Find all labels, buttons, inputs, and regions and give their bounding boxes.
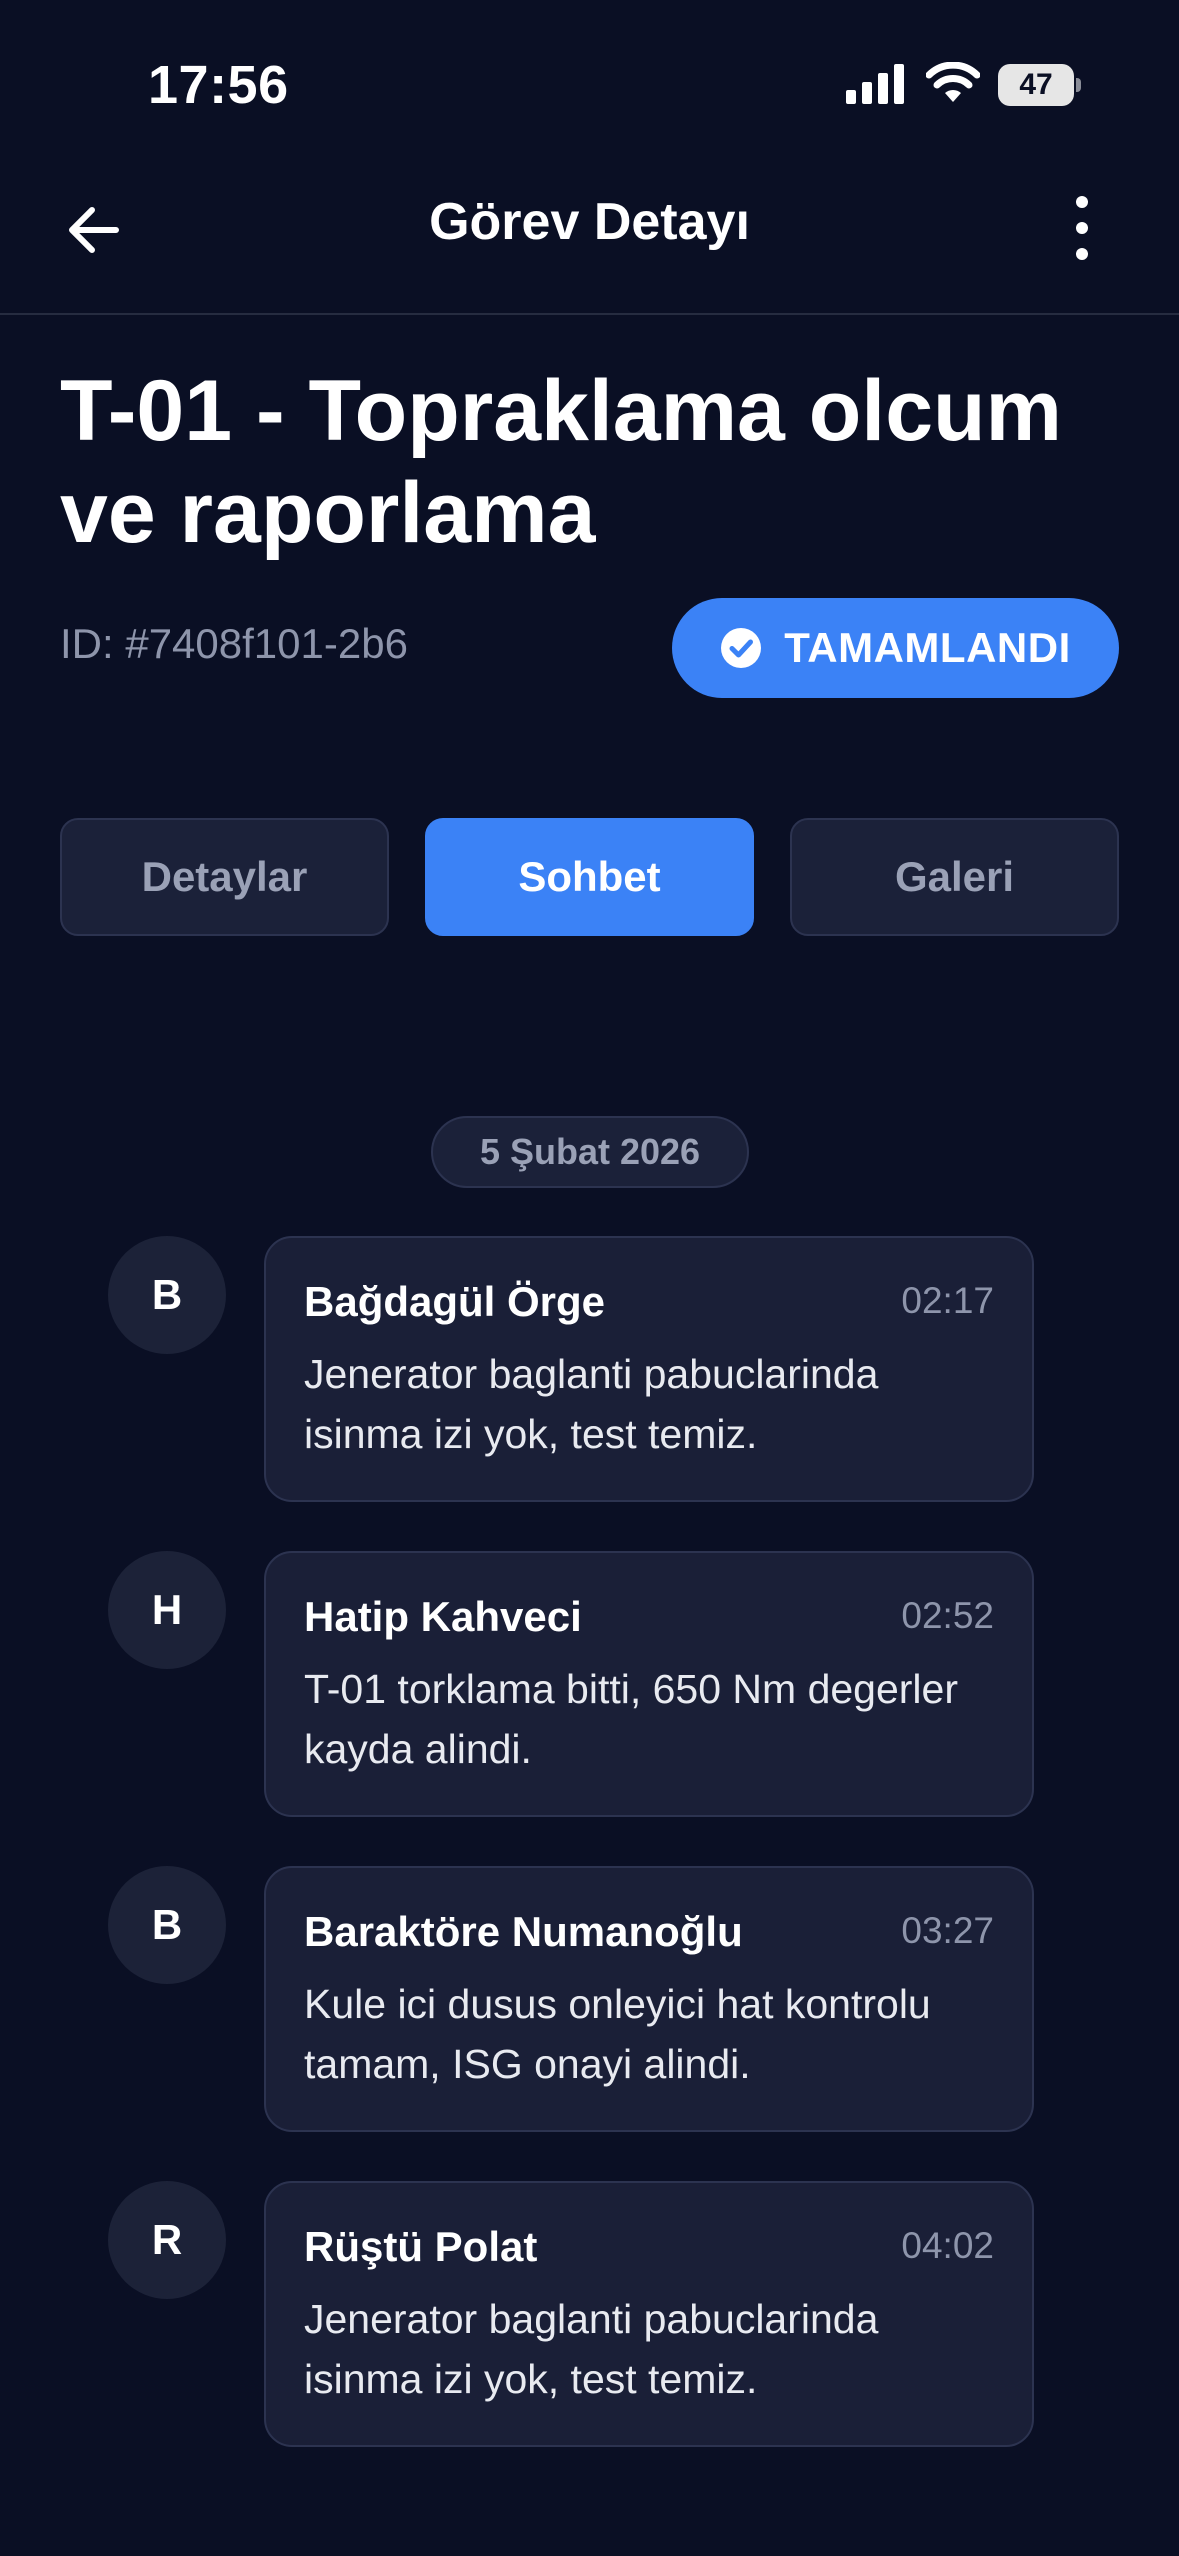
date-separator: 5 Şubat 2026 bbox=[431, 1116, 749, 1188]
message-sender: Hatip Kahveci bbox=[304, 1593, 582, 1640]
status-bar: 17:56 47 bbox=[0, 0, 1179, 170]
task-title: T-01 - Topraklama olcum ve raporlama bbox=[60, 363, 1063, 561]
message-text: T-01 torklama bitti, 650 Nm degerler kay… bbox=[304, 1666, 958, 1772]
tab-chat[interactable]: Sohbet bbox=[425, 818, 754, 936]
more-vertical-icon[interactable] bbox=[1062, 188, 1102, 268]
message-bubble: Hatip Kahveci 02:52 T-01 torklama bitti,… bbox=[264, 1551, 1034, 1817]
tab-bar: Detaylar Sohbet Galeri bbox=[60, 818, 1119, 936]
avatar: H bbox=[108, 1551, 226, 1669]
message-text: Kule ici dusus onleyici hat kontrolu tam… bbox=[304, 1981, 931, 2087]
task-detail-screen: 17:56 47 Görev Detayı T-01 - Topraklama … bbox=[0, 0, 1179, 2556]
signal-icon bbox=[846, 64, 904, 104]
page-title: Görev Detayı bbox=[429, 193, 750, 251]
message-text: Jenerator baglanti pabuclarinda isinma i… bbox=[304, 1351, 879, 1457]
status-label: TAMAMLANDI bbox=[784, 624, 1071, 671]
nav-bar: Görev Detayı bbox=[0, 170, 1179, 315]
avatar: B bbox=[108, 1236, 226, 1354]
battery-level: 47 bbox=[998, 64, 1074, 106]
message-time: 02:17 bbox=[901, 1280, 994, 1321]
message-time: 03:27 bbox=[901, 1910, 994, 1951]
chat-message: B Bağdagül Örge 02:17 Jenerator baglanti… bbox=[108, 1236, 1034, 1502]
chat-message: B Baraktöre Numanoğlu 03:27 Kule ici dus… bbox=[108, 1866, 1034, 2132]
battery-icon: 47 bbox=[998, 64, 1081, 106]
avatar: B bbox=[108, 1866, 226, 1984]
message-sender: Rüştü Polat bbox=[304, 2223, 538, 2270]
tab-details[interactable]: Detaylar bbox=[60, 818, 389, 936]
avatar: R bbox=[108, 2181, 226, 2299]
check-circle-icon bbox=[721, 628, 762, 668]
status-time: 17:56 bbox=[148, 55, 289, 115]
status-badge: TAMAMLANDI bbox=[672, 598, 1119, 698]
task-id: ID: #7408f101-2b6 bbox=[60, 620, 408, 667]
message-sender: Baraktöre Numanoğlu bbox=[304, 1908, 743, 1955]
chat-message: H Hatip Kahveci 02:52 T-01 torklama bitt… bbox=[108, 1551, 1034, 1817]
message-bubble: Rüştü Polat 04:02 Jenerator baglanti pab… bbox=[264, 2181, 1034, 2447]
message-sender: Bağdagül Örge bbox=[304, 1278, 606, 1325]
tab-gallery[interactable]: Galeri bbox=[790, 818, 1119, 936]
message-time: 02:52 bbox=[901, 1595, 994, 1636]
message-bubble: Bağdagül Örge 02:17 Jenerator baglanti p… bbox=[264, 1236, 1034, 1502]
message-time: 04:02 bbox=[901, 2225, 994, 2266]
battery-tip bbox=[1076, 78, 1081, 92]
message-text: Jenerator baglanti pabuclarinda isinma i… bbox=[304, 2296, 879, 2402]
wifi-icon bbox=[926, 62, 980, 102]
message-bubble: Baraktöre Numanoğlu 03:27 Kule ici dusus… bbox=[264, 1866, 1034, 2132]
chat-message: R Rüştü Polat 04:02 Jenerator baglanti p… bbox=[108, 2181, 1034, 2447]
